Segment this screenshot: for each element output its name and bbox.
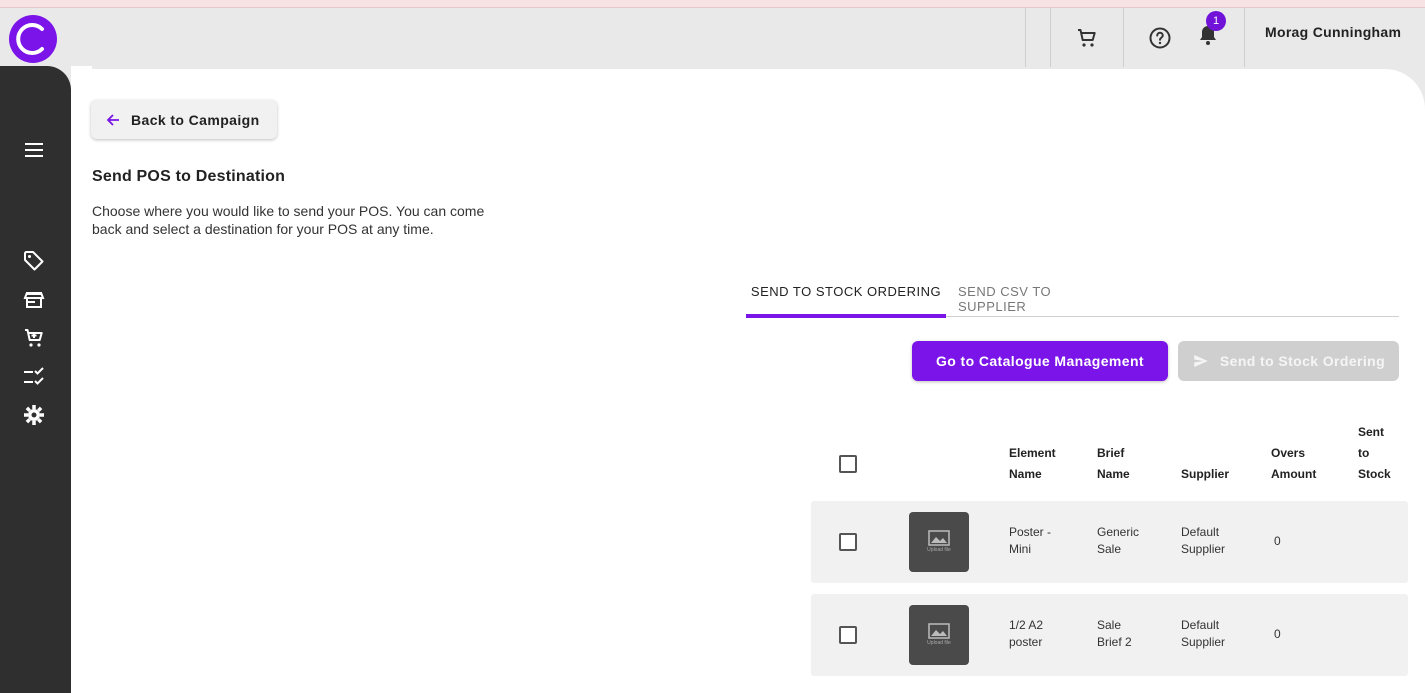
tab-send-csv-to-supplier[interactable]: SEND CSV TO SUPPLIER bbox=[958, 279, 1114, 317]
orders-cart-icon[interactable] bbox=[22, 326, 46, 350]
pos-thumbnail[interactable]: Upload file bbox=[909, 512, 969, 572]
main-content: Back to Campaign Send POS to Destination… bbox=[71, 69, 1425, 693]
header-line: Sent bbox=[1358, 425, 1385, 439]
cell-supplier: Default Supplier bbox=[1181, 617, 1225, 651]
column-overs-amount: Overs Amount bbox=[1271, 443, 1316, 485]
cell-supplier: Default Supplier bbox=[1181, 524, 1225, 558]
tab-send-to-stock-ordering[interactable]: SEND TO STOCK ORDERING bbox=[746, 279, 946, 318]
header-line: Amount bbox=[1271, 467, 1317, 481]
back-button-label: Back to Campaign bbox=[131, 111, 260, 128]
help-circle-icon[interactable] bbox=[1148, 26, 1172, 50]
page-description: Choose where you would like to send your… bbox=[92, 203, 485, 237]
cell-line: Default bbox=[1181, 525, 1220, 539]
cell-overs-amount: 0 bbox=[1274, 534, 1281, 548]
send-to-stock-ordering-button[interactable]: Send to Stock Ordering bbox=[1178, 341, 1399, 381]
cart-icon bbox=[1078, 28, 1096, 47]
table-row: Upload file Poster - Mini Generic Sale D… bbox=[811, 501, 1408, 583]
header-line: Overs bbox=[1271, 446, 1306, 460]
column-element-name: Element Name bbox=[1009, 443, 1056, 485]
tag-icon[interactable] bbox=[22, 249, 46, 273]
page-title: Send POS to Destination bbox=[92, 168, 286, 185]
cell-line: Default bbox=[1181, 618, 1220, 632]
thumbnail-caption: Upload file bbox=[927, 640, 951, 646]
cell-line: poster bbox=[1009, 635, 1043, 649]
store-icon[interactable] bbox=[22, 288, 46, 312]
header-line: Name bbox=[1097, 467, 1130, 481]
app-logo[interactable] bbox=[9, 15, 57, 63]
pos-thumbnail[interactable]: Upload file bbox=[909, 605, 969, 665]
arrow-left-icon bbox=[106, 113, 119, 126]
checklist-icon[interactable] bbox=[22, 365, 46, 389]
go-to-catalogue-management-button[interactable]: Go to Catalogue Management bbox=[912, 341, 1168, 381]
notifications-button[interactable]: 1 bbox=[1196, 11, 1226, 52]
column-sent-to-stock: Sent to Stock bbox=[1358, 422, 1391, 485]
top-strip bbox=[0, 0, 1425, 8]
header-line: to bbox=[1358, 446, 1370, 460]
cell-line: Sale bbox=[1097, 618, 1122, 632]
gear-icon[interactable] bbox=[22, 403, 46, 427]
top-bar-spacer bbox=[1026, 8, 1050, 67]
table-header: Element Name Brief Name Supplier Overs A… bbox=[811, 419, 1408, 489]
cell-line: Brief 2 bbox=[1097, 635, 1132, 649]
image-icon bbox=[928, 623, 950, 639]
c-logo-icon bbox=[16, 23, 44, 55]
cell-overs-amount: 0 bbox=[1274, 627, 1281, 641]
cell-line: Poster - bbox=[1009, 525, 1052, 539]
header-line: Stock bbox=[1358, 467, 1391, 481]
cell-line: 1/2 A2 bbox=[1009, 618, 1044, 632]
cell-element-name: Poster - Mini bbox=[1009, 524, 1051, 558]
column-brief-name: Brief Name bbox=[1097, 443, 1130, 485]
notification-badge: 1 bbox=[1206, 11, 1226, 31]
table-row: Upload file 1/2 A2 poster Sale Brief 2 D… bbox=[811, 594, 1408, 676]
cart-button[interactable] bbox=[1051, 8, 1123, 67]
row-checkbox[interactable] bbox=[839, 626, 857, 644]
top-bar: 1 Morag Cunningham bbox=[1025, 8, 1425, 67]
select-all-checkbox[interactable] bbox=[839, 455, 857, 473]
cell-line: Generic bbox=[1097, 525, 1140, 539]
cell-line: Supplier bbox=[1181, 542, 1226, 556]
send-icon bbox=[1194, 355, 1208, 367]
column-supplier: Supplier bbox=[1181, 467, 1230, 481]
row-checkbox[interactable] bbox=[839, 533, 857, 551]
help-notification-group: 1 bbox=[1124, 8, 1244, 67]
image-icon bbox=[928, 530, 950, 546]
header-line: Name bbox=[1009, 467, 1042, 481]
cell-line: Sale bbox=[1097, 542, 1122, 556]
sidebar bbox=[0, 66, 71, 693]
menu-icon[interactable] bbox=[22, 138, 46, 162]
destination-tabs: SEND TO STOCK ORDERING SEND CSV TO SUPPL… bbox=[746, 279, 1399, 318]
cell-brief-name: Generic Sale bbox=[1097, 524, 1139, 558]
header-line: Brief bbox=[1097, 446, 1125, 460]
send-button-label: Send to Stock Ordering bbox=[1219, 353, 1386, 369]
thumbnail-caption: Upload file bbox=[927, 547, 951, 553]
cell-brief-name: Sale Brief 2 bbox=[1097, 617, 1132, 651]
cell-line: Mini bbox=[1009, 542, 1032, 556]
back-to-campaign-button[interactable]: Back to Campaign bbox=[91, 100, 277, 139]
header-line: Element bbox=[1009, 446, 1056, 460]
cell-element-name: 1/2 A2 poster bbox=[1009, 617, 1043, 651]
cell-line: Supplier bbox=[1181, 635, 1226, 649]
user-menu[interactable]: Morag Cunningham bbox=[1245, 8, 1425, 67]
